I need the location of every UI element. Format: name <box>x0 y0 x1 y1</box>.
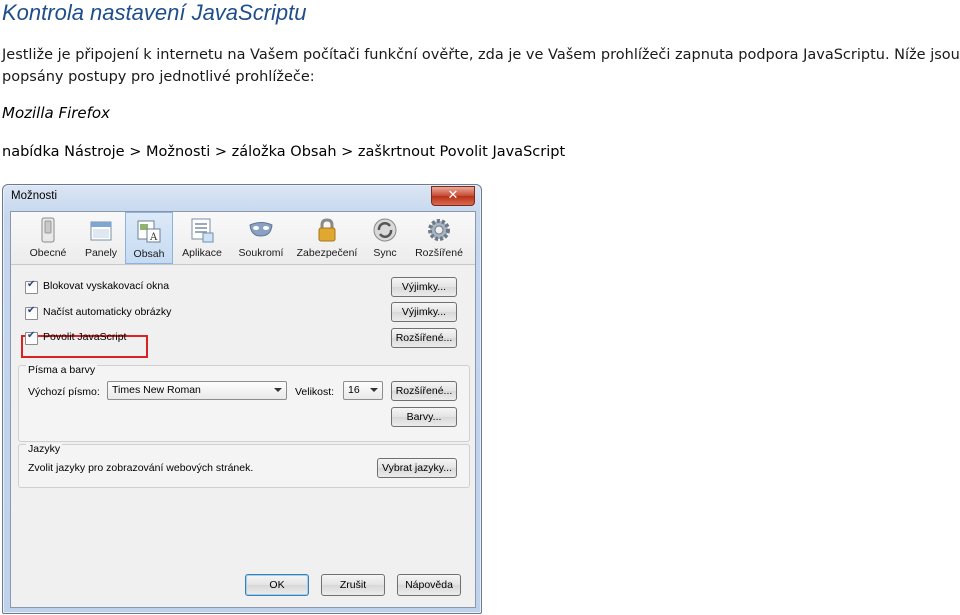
applications-icon <box>188 216 216 244</box>
tab-general[interactable]: Obecné <box>19 212 77 264</box>
tab-label: Rozšířené <box>415 247 463 259</box>
tab-privacy[interactable]: Soukromí <box>231 212 291 264</box>
tab-label: Aplikace <box>182 247 222 259</box>
options-dialog: Možnosti ✕ Obecné Panely A Obsah Aplikac… <box>2 184 482 614</box>
options-toolbar: Obecné Panely A Obsah Aplikace Soukromí … <box>11 212 475 265</box>
select-value: 16 <box>348 384 360 396</box>
dialog-title: Možnosti <box>11 190 58 202</box>
default-font-label: Výchozí písmo: <box>28 386 100 398</box>
tab-sync[interactable]: Sync <box>363 212 407 264</box>
popup-exceptions-button[interactable]: Výjimky... <box>391 277 457 297</box>
javascript-advanced-button[interactable]: Rozšířené... <box>391 328 457 348</box>
tab-advanced[interactable]: Rozšířené <box>407 212 471 264</box>
intro-paragraph: Jestliže je připojení k internetu na Vaš… <box>2 47 960 85</box>
content-icon: A <box>135 217 163 245</box>
image-exceptions-button[interactable]: Výjimky... <box>391 302 457 322</box>
ok-button[interactable]: OK <box>245 574 309 596</box>
gear-icon <box>425 216 453 244</box>
browser-heading: Mozilla Firefox <box>2 104 110 122</box>
fonts-advanced-button[interactable]: Rozšířené... <box>391 381 457 401</box>
choose-languages-button[interactable]: Vybrat jazyky... <box>377 458 457 478</box>
document-title: Kontrola nastavení JavaScriptu <box>2 0 307 25</box>
checkbox-label: Načíst automaticky obrázky <box>43 306 172 318</box>
group-title: Jazyky <box>26 443 63 455</box>
checkbox-label: Blokovat vyskakovací okna <box>43 280 170 292</box>
tab-label: Zabezpečení <box>296 247 358 259</box>
fonts-colors-group: Písma a barvy <box>18 364 470 442</box>
sync-icon <box>371 216 399 244</box>
colors-button[interactable]: Barvy... <box>391 407 457 427</box>
tab-applications[interactable]: Aplikace <box>173 212 231 264</box>
help-button[interactable]: Nápověda <box>397 574 461 596</box>
font-size-select[interactable]: 16 <box>343 381 383 400</box>
tab-tabs[interactable]: Panely <box>77 212 125 264</box>
lock-icon <box>313 216 341 244</box>
settings-path: nabídka Nástroje > Možnosti > záložka Ob… <box>2 144 566 160</box>
checkbox-box[interactable] <box>25 305 38 320</box>
chevron-down-icon <box>370 388 378 392</box>
checkbox-label: Povolit JavaScript <box>43 331 127 343</box>
tab-label: Obecné <box>29 247 67 259</box>
checkbox-box[interactable] <box>25 330 38 345</box>
svg-text:A: A <box>149 232 158 243</box>
checkbox-box[interactable] <box>25 279 38 294</box>
chevron-down-icon <box>274 388 282 392</box>
tab-label: Sync <box>373 247 397 259</box>
tab-content[interactable]: A Obsah <box>125 212 173 264</box>
tab-label: Soukromí <box>238 247 284 259</box>
group-title: Písma a barvy <box>26 364 98 376</box>
default-font-select[interactable]: Times New Roman <box>107 381 287 400</box>
dialog-titlebar: Možnosti ✕ <box>3 185 481 211</box>
close-button[interactable]: ✕ <box>431 186 475 206</box>
switch-icon <box>34 216 62 244</box>
cancel-button[interactable]: Zrušit <box>321 574 385 596</box>
tab-security[interactable]: Zabezpečení <box>291 212 363 264</box>
dialog-body: Obecné Panely A Obsah Aplikace Soukromí … <box>10 211 476 608</box>
languages-description: Zvolit jazyky pro zobrazování webových s… <box>28 462 254 474</box>
tab-label: Obsah <box>133 248 165 260</box>
tabs-icon <box>87 216 115 244</box>
size-label: Velikost: <box>295 386 335 398</box>
tab-label: Panely <box>84 247 118 259</box>
select-value: Times New Roman <box>112 384 201 396</box>
mask-icon <box>247 216 275 244</box>
